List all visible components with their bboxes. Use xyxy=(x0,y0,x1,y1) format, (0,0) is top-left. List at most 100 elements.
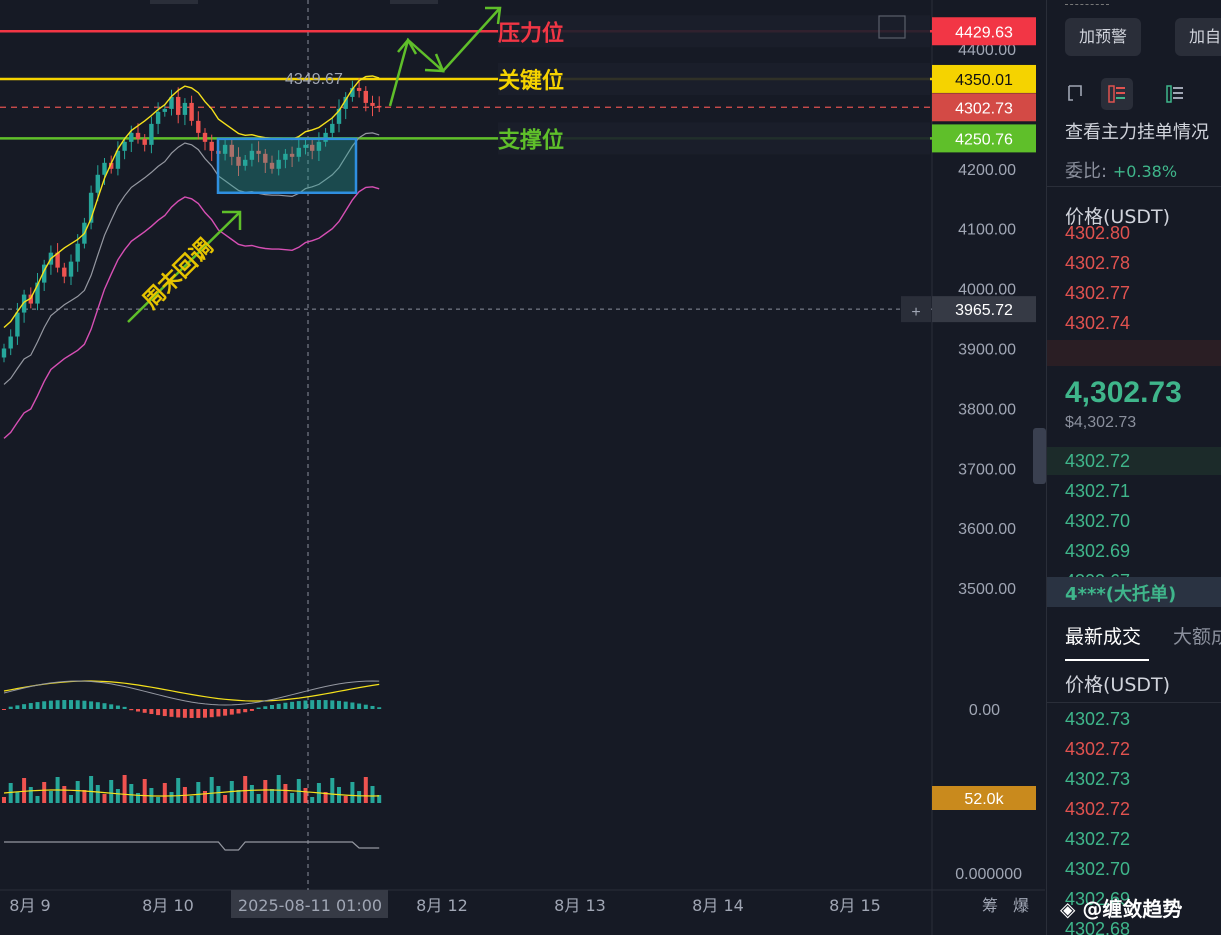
volume-bar xyxy=(303,788,308,803)
volume-bar xyxy=(169,792,174,803)
candle-body xyxy=(182,102,188,115)
crosshair-time-text: 2025-08-11 01:00 xyxy=(238,896,382,915)
add-alert-button[interactable]: 加预警 xyxy=(1065,18,1142,56)
bid-row[interactable]: 4302.70 xyxy=(1047,506,1221,536)
macd-zero-label: 0.00 xyxy=(969,702,1000,719)
candle-body xyxy=(209,141,214,151)
macd-bar xyxy=(323,700,328,709)
candle-body xyxy=(15,312,20,337)
candle-body xyxy=(122,141,127,151)
volume-bar xyxy=(89,776,94,803)
consolidation-box xyxy=(216,137,358,195)
trade-row[interactable]: 4302.72 xyxy=(1047,734,1221,764)
osc-zero-label: 0.000000 xyxy=(955,866,1022,883)
panel-collapse-handle[interactable] xyxy=(1033,428,1046,484)
volume-bar xyxy=(343,796,348,803)
volume-bar xyxy=(129,784,134,803)
macd-bar xyxy=(343,701,348,709)
level-label: 关键位 xyxy=(498,68,564,94)
macd-bar xyxy=(216,709,221,717)
price-tick-label: 3800.00 xyxy=(958,401,1016,418)
orderbook-bids-icon[interactable] xyxy=(1159,78,1191,110)
macd-bar xyxy=(2,709,6,710)
volume-bar xyxy=(48,791,53,803)
osc-line xyxy=(4,841,380,851)
macd-bar xyxy=(35,702,40,709)
time-tick-label: 8月 13 xyxy=(554,896,606,915)
projection-path xyxy=(388,7,501,107)
volume-bar xyxy=(216,786,221,803)
volume-bar xyxy=(82,790,87,803)
level-label: 支撑位 xyxy=(498,127,564,153)
macd-bar xyxy=(42,701,47,709)
ask-highlight xyxy=(1047,340,1221,366)
panel-divider xyxy=(1065,4,1109,5)
macd-bar xyxy=(189,709,194,718)
volume-bar xyxy=(2,797,6,803)
volume-bar xyxy=(209,777,214,803)
macd-bar xyxy=(55,700,60,709)
time-tick-label: 8月 15 xyxy=(829,896,881,915)
layout-icon[interactable] xyxy=(1059,78,1091,110)
candle-body xyxy=(363,90,368,103)
add-watchlist-button[interactable]: 加自 xyxy=(1175,18,1221,56)
ask-row[interactable]: 4302.77 xyxy=(1047,278,1221,308)
trade-row[interactable]: 4302.72 xyxy=(1047,794,1221,824)
tab-large-trades[interactable]: 大额成 xyxy=(1173,622,1221,649)
chart-area[interactable]: 4400.004300.004200.004100.004000.003900.… xyxy=(0,0,1046,935)
trade-row[interactable]: 4302.73 xyxy=(1047,704,1221,734)
trade-row[interactable]: 4302.70 xyxy=(1047,854,1221,884)
volume-ma-line xyxy=(3,789,380,797)
macd-bar xyxy=(115,705,120,709)
time-tick-label: 8月 9 xyxy=(9,896,50,915)
chip-distribution-button: 筹 xyxy=(982,896,998,915)
volume-bar xyxy=(15,792,20,803)
macd-line xyxy=(3,680,380,706)
macd-bar xyxy=(8,706,13,709)
volume-bar xyxy=(350,782,355,803)
volume-bar xyxy=(42,782,47,803)
volume-bar xyxy=(62,786,67,803)
ask-row[interactable]: 4302.74 xyxy=(1047,308,1221,338)
annotation-text: 周末回调 xyxy=(139,234,219,314)
macd-bar xyxy=(129,709,134,711)
trade-row[interactable]: 4302.72 xyxy=(1047,824,1221,854)
bid-row[interactable]: 4302.72 xyxy=(1047,446,1221,476)
orderbook-title[interactable]: 查看主力挂单情况 xyxy=(1065,118,1209,144)
macd-bar xyxy=(169,709,174,717)
volume-bar xyxy=(69,795,73,803)
bid-row[interactable]: 4302.71 xyxy=(1047,476,1221,506)
tab-underline xyxy=(1065,659,1149,661)
macd-bar xyxy=(316,700,321,709)
bid-row[interactable]: 4302.69 xyxy=(1047,536,1221,566)
macd-bar xyxy=(95,702,100,709)
level-price-tag-text: 4250.76 xyxy=(955,131,1013,148)
volume-bar xyxy=(330,778,335,803)
trade-row[interactable]: 4302.73 xyxy=(1047,764,1221,794)
volume-bar xyxy=(75,781,80,803)
volume-bar xyxy=(162,783,167,803)
candle-body xyxy=(370,102,375,106)
macd-bar xyxy=(249,709,254,711)
orderbook-both-icon[interactable] xyxy=(1101,78,1133,110)
macd-bar xyxy=(283,702,288,709)
diamond-icon: ◈ xyxy=(1060,897,1076,921)
ask-row[interactable]: 4302.80 xyxy=(1047,218,1221,248)
volume-bar xyxy=(156,797,161,803)
price-chart[interactable]: 4400.004300.004200.004100.004000.003900.… xyxy=(0,0,1045,935)
macd-bar xyxy=(28,703,33,709)
last-price-tag-text: 4302.73 xyxy=(955,100,1013,117)
macd-bar xyxy=(310,700,315,709)
ask-row[interactable]: 4302.78 xyxy=(1047,248,1221,278)
macd-bar xyxy=(162,709,167,717)
candle-body xyxy=(149,123,154,145)
macd-bar xyxy=(22,704,27,709)
candle-body xyxy=(129,132,134,142)
volume-bar xyxy=(35,796,40,803)
level-price-tag-text: 4350.01 xyxy=(955,72,1013,89)
tab-latest-trades[interactable]: 最新成交 xyxy=(1065,622,1141,649)
macd-bar xyxy=(243,709,248,713)
volume-bar xyxy=(283,784,288,803)
volume-bar xyxy=(22,778,27,803)
candle-body xyxy=(162,108,167,112)
